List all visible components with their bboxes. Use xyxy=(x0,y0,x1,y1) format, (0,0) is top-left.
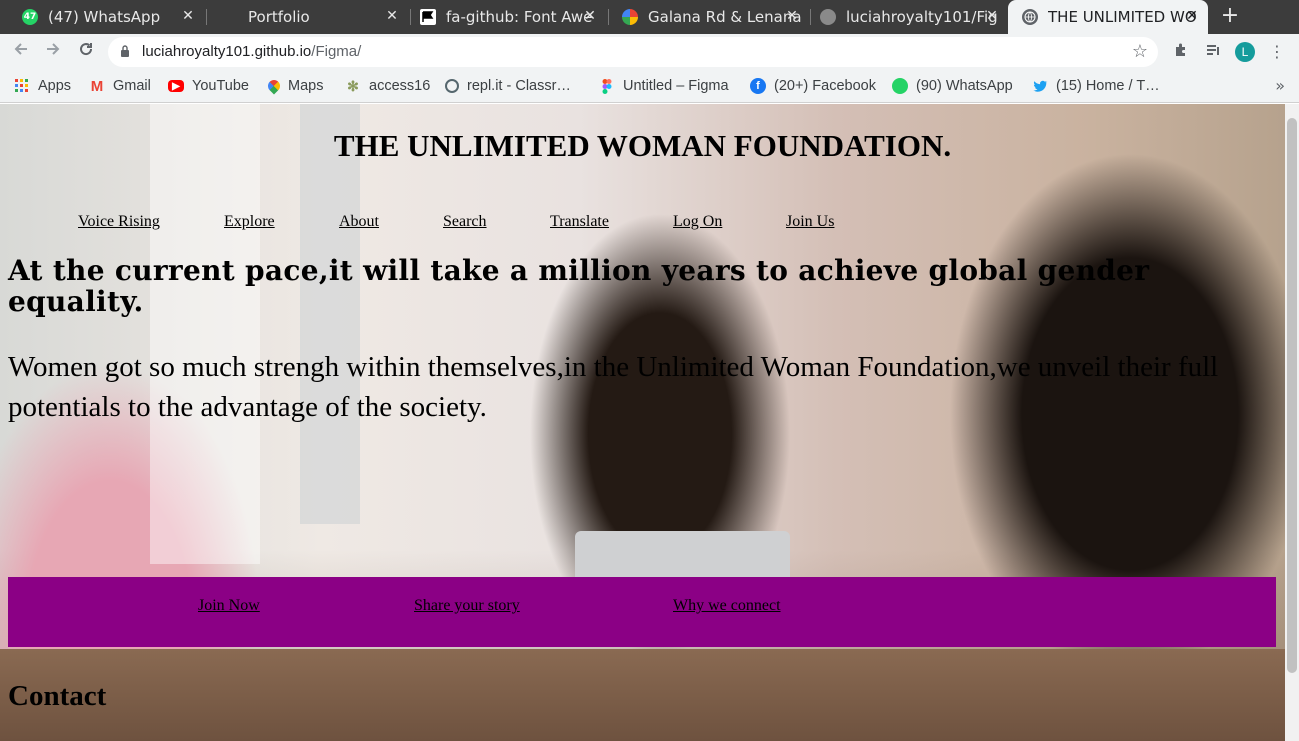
bookmark-label: (90) WhatsApp xyxy=(916,78,1013,94)
bookmark-replit[interactable]: repl.it - Classr… xyxy=(445,76,571,96)
bookmark-gmail[interactable]: M Gmail xyxy=(89,76,151,96)
facebook-icon: f xyxy=(750,78,766,94)
bookmark-whatsapp[interactable]: (90) WhatsApp xyxy=(892,76,1013,96)
close-tab-icon[interactable]: ✕ xyxy=(384,8,400,24)
background-window xyxy=(150,104,260,564)
url-text: luciahroyalty101.github.io/Figma/ xyxy=(142,43,361,60)
share-your-story-link[interactable]: Share your story xyxy=(414,597,520,615)
tab-separator xyxy=(206,9,207,25)
hero-headline: At the current pace,it will take a milli… xyxy=(8,254,1150,318)
maps-icon xyxy=(265,77,283,95)
close-tab-icon[interactable]: ✕ xyxy=(984,8,1000,24)
profile-avatar[interactable]: L xyxy=(1235,42,1255,62)
bookmark-maps[interactable]: Maps xyxy=(265,76,324,96)
media-control-icon[interactable] xyxy=(1203,42,1223,62)
bookmark-label: Maps xyxy=(288,78,324,94)
bookmark-star-icon[interactable]: ☆ xyxy=(1132,41,1148,62)
nav-voice-rising[interactable]: Voice Rising xyxy=(78,213,160,231)
page-scrollbar[interactable] xyxy=(1285,104,1299,741)
tab-google-maps[interactable]: Galana Rd & Lenana ✕ xyxy=(608,0,808,34)
close-tab-icon[interactable]: ✕ xyxy=(582,8,598,24)
whatsapp-icon: 47 xyxy=(22,9,38,25)
globe-icon xyxy=(1022,9,1038,25)
access-icon: ✻ xyxy=(347,77,359,94)
bookmark-twitter[interactable]: (15) Home / T… xyxy=(1032,76,1160,96)
nav-about[interactable]: About xyxy=(339,213,379,231)
join-now-link[interactable]: Join Now xyxy=(198,597,260,615)
apps-grid-icon xyxy=(14,78,30,94)
replit-icon xyxy=(445,79,459,93)
site-title: THE UNLIMITED WOMAN FOUNDATION. xyxy=(333,128,952,163)
new-tab-button[interactable]: + xyxy=(1218,4,1242,28)
more-bookmarks-icon[interactable]: » xyxy=(1275,76,1285,95)
nav-log-on[interactable]: Log On xyxy=(673,213,722,231)
youtube-icon: ▶ xyxy=(168,80,184,92)
nav-search[interactable]: Search xyxy=(443,213,487,231)
bookmark-label: Untitled – Figma xyxy=(623,78,729,94)
tab-github[interactable]: luciahroyalty101/Fig ✕ xyxy=(806,0,1008,34)
bookmarks-bar: Apps M Gmail ▶ YouTube Maps ✻ access16 r… xyxy=(0,70,1299,103)
gmail-icon: M xyxy=(90,77,104,95)
bookmark-label: repl.it - Classr… xyxy=(467,78,571,94)
tab-portfolio[interactable]: Portfolio ✕ xyxy=(208,0,408,34)
reload-icon[interactable] xyxy=(75,41,97,63)
back-icon[interactable] xyxy=(10,41,32,63)
close-tab-icon[interactable]: ✕ xyxy=(180,8,196,24)
bookmark-label: access16 xyxy=(369,78,431,94)
maps-icon xyxy=(622,9,638,25)
scrollbar-thumb[interactable] xyxy=(1287,118,1297,673)
twitter-icon xyxy=(1032,78,1048,94)
close-tab-icon[interactable]: ✕ xyxy=(784,8,800,24)
forward-icon[interactable] xyxy=(42,41,64,63)
whatsapp-icon xyxy=(892,78,908,94)
url-host: luciahroyalty101.github.io xyxy=(142,43,312,60)
lock-icon xyxy=(121,45,129,57)
close-tab-icon[interactable]: ✕ xyxy=(1184,8,1200,24)
why-we-connect-link[interactable]: Why we connect xyxy=(673,597,781,615)
contact-heading: Contact xyxy=(8,680,107,712)
background-table xyxy=(0,649,1285,741)
bookmark-label: Apps xyxy=(38,78,72,94)
bookmark-access16[interactable]: ✻ access16 xyxy=(345,76,430,96)
page-icon xyxy=(222,9,238,25)
hero-lede: Women got so much strengh within themsel… xyxy=(8,351,1219,423)
bookmark-facebook[interactable]: f (20+) Facebook xyxy=(750,76,876,96)
browser-tab-strip: 47 (47) WhatsApp ✕ Portfolio ✕ fa-github… xyxy=(0,0,1299,34)
nav-translate[interactable]: Translate xyxy=(550,213,609,231)
menu-kebab-icon[interactable]: ⋮ xyxy=(1267,42,1287,62)
bookmark-figma[interactable]: Untitled – Figma xyxy=(599,76,729,96)
cta-band: Join Now Share your story Why we connect xyxy=(8,577,1276,647)
nav-join-us[interactable]: Join Us xyxy=(786,213,834,231)
bookmark-label: (20+) Facebook xyxy=(774,78,876,94)
tab-whatsapp[interactable]: 47 (47) WhatsApp ✕ xyxy=(8,0,204,34)
address-bar[interactable]: luciahroyalty101.github.io/Figma/ ☆ xyxy=(108,37,1158,67)
tab-unlimited-woman[interactable]: THE UNLIMITED WO ✕ xyxy=(1008,0,1208,34)
nav-explore[interactable]: Explore xyxy=(224,213,275,231)
flag-icon xyxy=(420,9,436,25)
bookmark-label: YouTube xyxy=(192,78,249,94)
bookmark-label: Gmail xyxy=(113,78,151,94)
page-hero-background: THE UNLIMITED WOMAN FOUNDATION. Voice Ri… xyxy=(0,104,1285,741)
figma-icon xyxy=(599,78,615,94)
browser-toolbar: luciahroyalty101.github.io/Figma/ ☆ L ⋮ xyxy=(0,34,1299,70)
bookmark-youtube[interactable]: ▶ YouTube xyxy=(168,76,249,96)
github-icon xyxy=(820,9,836,25)
tab-font-awesome[interactable]: fa-github: Font Awe ✕ xyxy=(406,0,606,34)
background-laptop xyxy=(575,531,790,581)
bookmark-label: (15) Home / T… xyxy=(1056,78,1160,94)
url-path: /Figma/ xyxy=(311,43,362,60)
extensions-icon[interactable] xyxy=(1171,42,1191,62)
bookmark-apps[interactable]: Apps xyxy=(14,76,71,96)
